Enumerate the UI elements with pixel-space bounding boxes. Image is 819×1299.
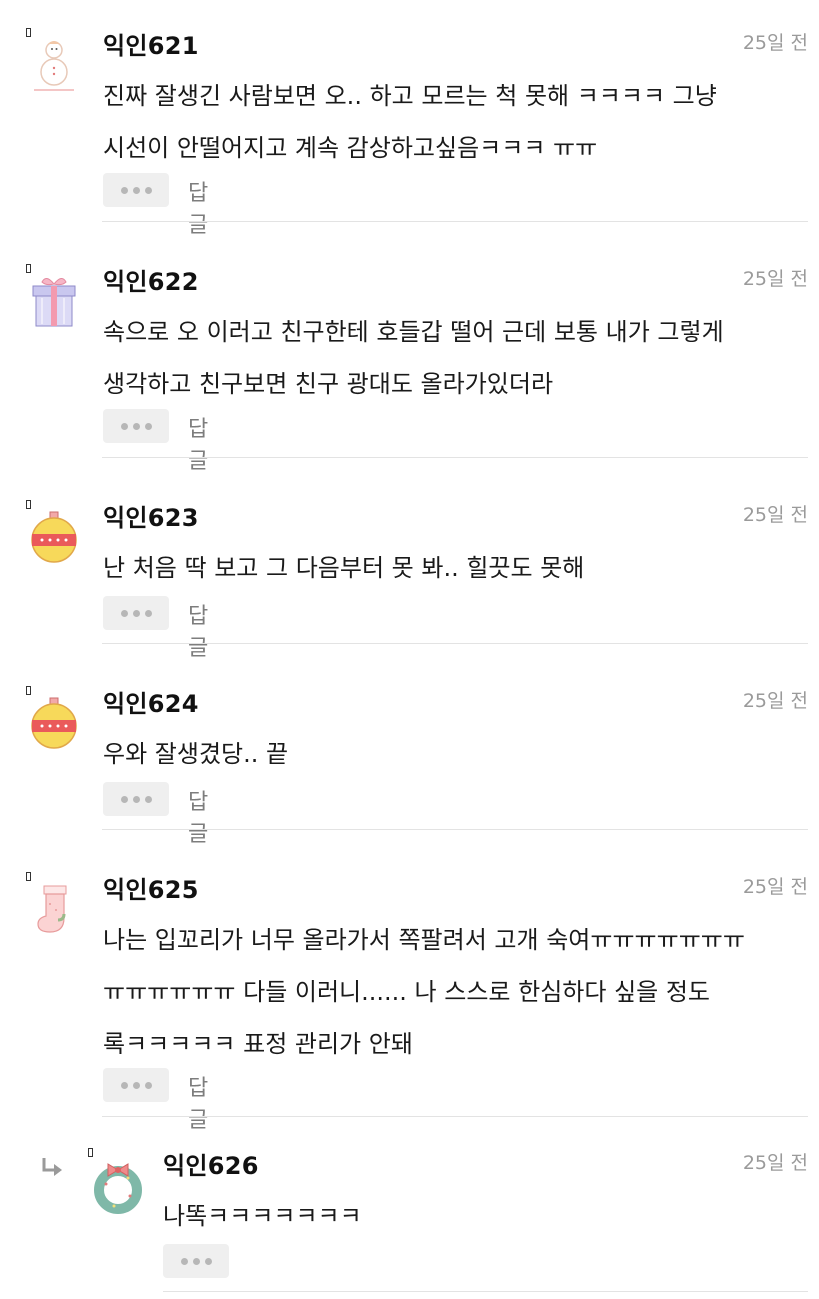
- dot-icon: [144, 1081, 152, 1089]
- reply-comment-item: 익인626 25일 전 나똑ㅋㅋㅋㅋㅋㅋㅋ: [0, 1148, 819, 1294]
- reply-button[interactable]: 답글: [188, 175, 208, 239]
- dot-icon: [144, 422, 152, 430]
- dot-icon: [132, 186, 140, 194]
- comment-item: 익인623 25일 전 난 처음 딱 보고 그 다음부터 못 봐.. 힐끗도 못…: [0, 498, 819, 661]
- more-options-button[interactable]: [103, 1068, 169, 1102]
- dot-icon: [120, 1081, 128, 1089]
- ornament-icon: [31, 697, 77, 749]
- more-options-button[interactable]: [163, 1244, 229, 1278]
- comment-text: 속으로 오 이러고 친구한테 호들갑 떨어 근데 보통 내가 그렇게 생각하고 …: [103, 318, 724, 398]
- dot-icon: [132, 1081, 140, 1089]
- dot-icon: [120, 795, 128, 803]
- divider: [102, 643, 808, 644]
- comment-item: 익인622 25일 전 속으로 오 이러고 친구한테 호들갑 떨어 근데 보통 …: [0, 262, 819, 474]
- comment-text: 우와 잘생겼당.. 끝: [103, 740, 289, 768]
- more-options-button[interactable]: [103, 782, 169, 816]
- snowman-icon: [34, 41, 74, 91]
- dot-icon: [132, 795, 140, 803]
- divider: [102, 457, 808, 458]
- dot-icon: [204, 1257, 212, 1265]
- dot-icon: [144, 795, 152, 803]
- comment-item: 익인624 25일 전 우와 잘생겼당.. 끝 답글: [0, 684, 819, 847]
- dot-icon: [132, 422, 140, 430]
- comment-author[interactable]: 익인623: [103, 498, 199, 533]
- reply-button[interactable]: 답글: [188, 784, 208, 848]
- comment-item: 익인625 25일 전 나는 입꼬리가 너무 올라가서 쪽팔려서 고개 숙여ㅠㅠ…: [0, 870, 819, 1133]
- reply-arrow-icon: [42, 1158, 62, 1176]
- reply-button[interactable]: 답글: [188, 1070, 208, 1134]
- dot-icon: [120, 422, 128, 430]
- divider: [163, 1291, 808, 1292]
- dot-icon: [120, 186, 128, 194]
- dot-icon: [192, 1257, 200, 1265]
- more-options-button[interactable]: [103, 173, 169, 207]
- comment-item: 익인621 25일 전 진짜 잘생긴 사람보면 오.. 하고 모르는 척 못해 …: [0, 26, 819, 238]
- comment-text: 진짜 잘생긴 사람보면 오.. 하고 모르는 척 못해 ㅋㅋㅋㅋ 그냥 시선이 …: [103, 82, 717, 162]
- comment-timestamp: 25일 전: [742, 32, 808, 54]
- dot-icon: [180, 1257, 188, 1265]
- divider: [102, 221, 808, 222]
- comment-timestamp: 25일 전: [742, 504, 808, 526]
- comment-author[interactable]: 익인625: [103, 870, 199, 905]
- dot-icon: [144, 186, 152, 194]
- reply-button[interactable]: 답글: [188, 598, 208, 662]
- comment-author[interactable]: 익인624: [103, 684, 199, 719]
- more-options-button[interactable]: [103, 596, 169, 630]
- divider: [102, 829, 808, 830]
- comment-text: 나는 입꼬리가 너무 올라가서 쪽팔려서 고개 숙여ㅠㅠㅠㅠㅠㅠㅠ ㅠㅠㅠㅠㅠㅠ…: [103, 926, 745, 1058]
- dot-icon: [120, 609, 128, 617]
- divider: [102, 1116, 808, 1117]
- comment-author[interactable]: 익인626: [163, 1146, 259, 1181]
- dot-icon: [132, 609, 140, 617]
- dot-icon: [144, 609, 152, 617]
- comment-author[interactable]: 익인621: [103, 26, 199, 61]
- comment-text: 나똑ㅋㅋㅋㅋㅋㅋㅋ: [163, 1202, 362, 1230]
- comment-timestamp: 25일 전: [742, 690, 808, 712]
- comment-timestamp: 25일 전: [742, 876, 808, 898]
- comment-author[interactable]: 익인622: [103, 262, 199, 297]
- gift-box-icon: [32, 278, 76, 327]
- ornament-icon: [31, 511, 77, 563]
- comment-timestamp: 25일 전: [742, 1152, 808, 1174]
- stocking-icon: [37, 885, 67, 933]
- comment-timestamp: 25일 전: [742, 268, 808, 290]
- more-options-button[interactable]: [103, 409, 169, 443]
- reply-button[interactable]: 답글: [188, 411, 208, 475]
- comment-text: 난 처음 딱 보고 그 다음부터 못 봐.. 힐끗도 못해: [103, 554, 585, 582]
- wreath-icon: [94, 1163, 142, 1214]
